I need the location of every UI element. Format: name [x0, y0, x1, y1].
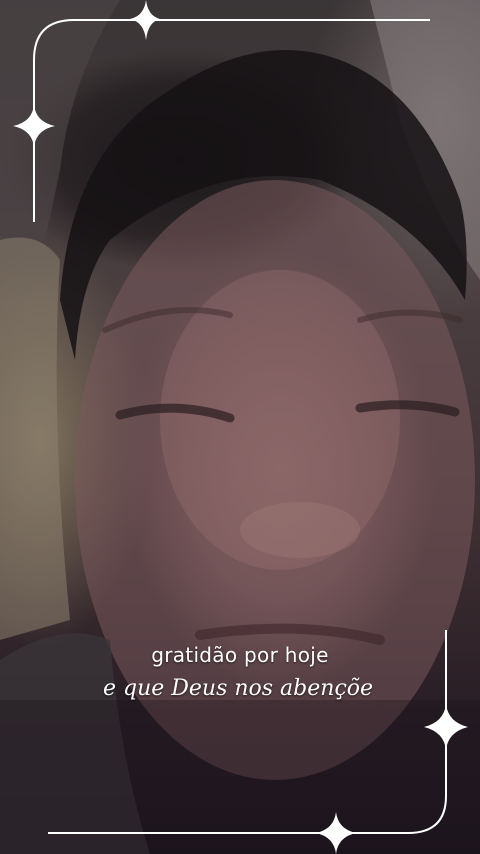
story-viewer[interactable]: gratidão por hoje e que Deus nos abençõe	[0, 0, 480, 854]
sparkle-icon	[424, 704, 468, 750]
sparkle-icon	[13, 105, 55, 147]
sparkle-icon	[316, 812, 356, 854]
sparkle-icon	[130, 0, 160, 40]
caption-line-1: gratidão por hoje	[151, 643, 329, 667]
decorative-frame	[13, 0, 468, 854]
frame-top-left-corner	[33, 19, 430, 222]
caption-line-2: e que Deus nos abençõe	[102, 676, 374, 701]
